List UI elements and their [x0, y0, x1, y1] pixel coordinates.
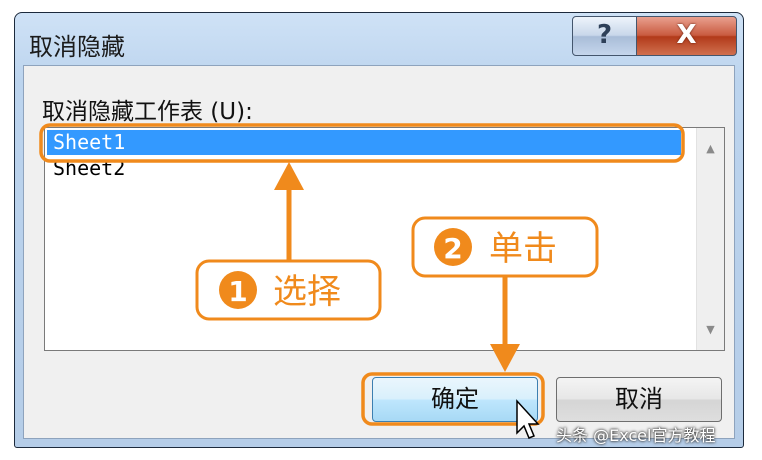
scroll-up-icon[interactable]: ▲ — [697, 142, 724, 155]
help-icon: ? — [596, 20, 613, 50]
help-button[interactable]: ? — [572, 16, 637, 56]
list-item-sheet2[interactable]: Sheet2 — [47, 156, 347, 181]
close-button[interactable]: X — [636, 16, 737, 56]
listbox-scrollbar[interactable]: ▲ ▼ — [696, 128, 724, 350]
dialog-title: 取消隐藏 — [29, 33, 125, 61]
list-item-sheet1[interactable]: Sheet1 — [47, 130, 681, 155]
watermark: 头条 @Excel官方教程 — [556, 426, 716, 445]
title-bar[interactable]: 取消隐藏 ? X — [15, 13, 743, 65]
unhide-sheet-label: 取消隐藏工作表 (U): — [42, 99, 253, 125]
scroll-down-icon[interactable]: ▼ — [697, 323, 724, 336]
close-icon: X — [676, 20, 697, 50]
dialog-body: 取消隐藏工作表 (U): Sheet1 Sheet2 ▲ ▼ 确定 取消 — [23, 65, 735, 439]
ok-button[interactable]: 确定 — [372, 377, 538, 422]
unhide-dialog: 取消隐藏 ? X 取消隐藏工作表 (U): Sheet1 Sheet2 ▲ ▼ … — [14, 12, 744, 448]
sheet-listbox[interactable]: Sheet1 Sheet2 ▲ ▼ — [44, 127, 725, 351]
cancel-button[interactable]: 取消 — [556, 377, 722, 422]
